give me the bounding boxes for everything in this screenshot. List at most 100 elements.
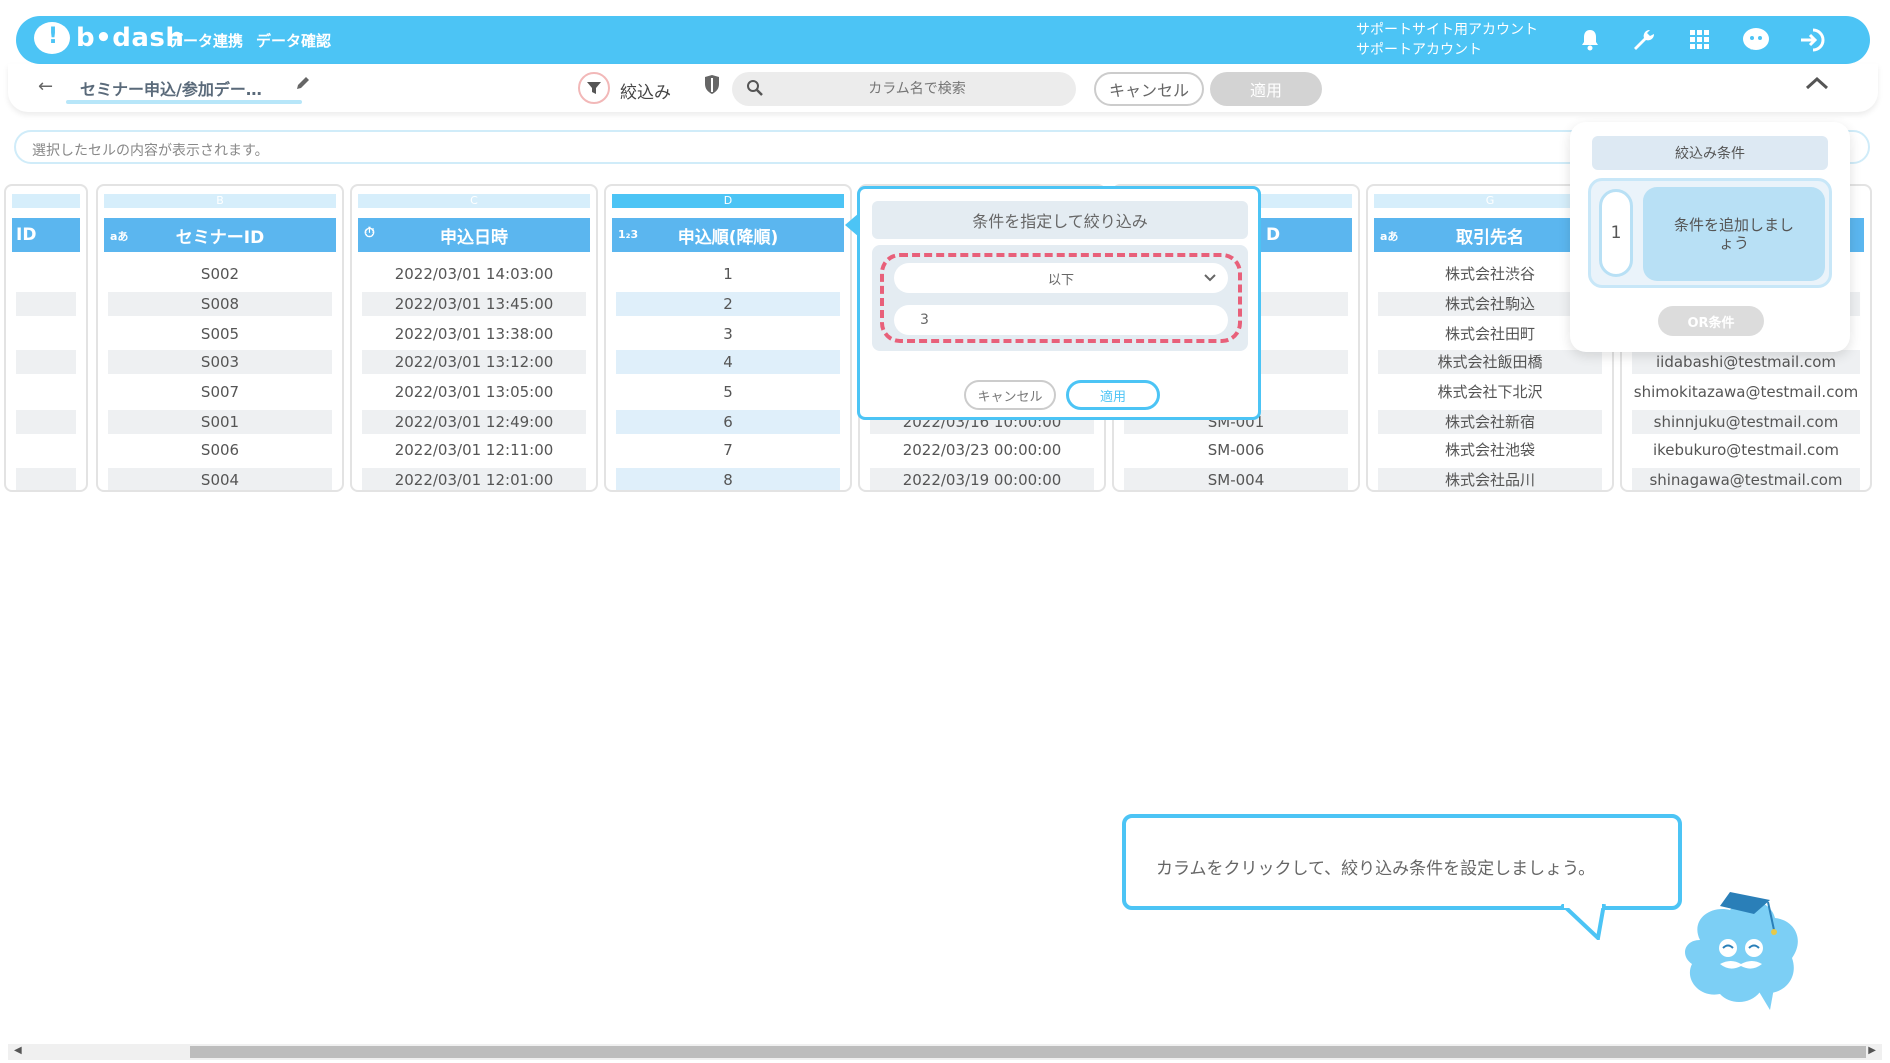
condition-group-card: 1 条件を追加しましょう (1588, 178, 1832, 288)
table-cell[interactable]: 2022/03/01 13:05:00 (362, 380, 586, 404)
condition-value-input[interactable]: 3 (894, 305, 1228, 335)
table-cell[interactable]: 株式会社田町 (1378, 322, 1602, 346)
bell-icon[interactable] (1574, 24, 1606, 56)
table-cell[interactable]: S004 (108, 468, 332, 490)
account-line2: サポートアカウント (1356, 42, 1482, 58)
table-cell[interactable] (16, 468, 76, 490)
column-header[interactable]: ⏱ 申込日時 (358, 218, 590, 252)
sheet-title[interactable]: セミナー申込/参加デー… (80, 76, 262, 100)
account-info[interactable]: サポートサイト用アカウント サポートアカウント (1356, 20, 1538, 60)
table-cell[interactable]: 4 (616, 350, 840, 374)
table-cell[interactable] (16, 438, 76, 462)
column-header[interactable]: 1₂3 申込順(降順) (612, 218, 844, 252)
filter-conditions-panel: 絞込み条件 1 条件を追加しましょう OR条件 (1570, 122, 1850, 352)
column-header-label: D (1266, 225, 1281, 245)
table-cell[interactable] (16, 262, 76, 286)
table-cell[interactable]: 2022/03/01 12:01:00 (362, 468, 586, 490)
table-cell[interactable]: 7 (616, 438, 840, 462)
nav-data-integration[interactable]: データ連携 (168, 30, 243, 51)
column-search (732, 72, 1076, 106)
scrollbar-thumb[interactable] (190, 1046, 1866, 1058)
guide-tooltip-text: カラムをクリックして、絞り込み条件を設定しましょう。 (1156, 859, 1596, 879)
back-arrow-icon[interactable]: ← (38, 76, 53, 97)
table-cell[interactable]: 2022/03/01 13:45:00 (362, 292, 586, 316)
column-header-label: ID (16, 225, 37, 245)
column-b[interactable]: B aあ セミナーID S002 S008 S005 S003 S007 S001… (96, 184, 344, 492)
scroll-right-arrow-icon[interactable]: ▶ (1868, 1045, 1876, 1056)
column-header[interactable]: aあ セミナーID (104, 218, 336, 252)
table-cell[interactable]: S002 (108, 262, 332, 286)
shield-icon[interactable] (702, 74, 722, 100)
apply-button[interactable]: 適用 (1210, 72, 1322, 106)
table-cell[interactable]: 株式会社駒込 (1378, 292, 1602, 316)
horizontal-scrollbar[interactable]: ◀ ▶ (8, 1044, 1882, 1060)
guide-tooltip: カラムをクリックして、絞り込み条件を設定しましょう。 (1122, 814, 1682, 910)
table-cell[interactable]: 6 (616, 410, 840, 434)
column-header[interactable]: ID (12, 218, 80, 252)
popup-title: 条件を指定して絞り込み (872, 201, 1248, 239)
table-cell[interactable]: S006 (108, 438, 332, 462)
table-cell[interactable] (16, 322, 76, 346)
table-cell[interactable]: 株式会社渋谷 (1378, 262, 1602, 286)
table-cell[interactable]: 2 (616, 292, 840, 316)
search-input[interactable] (772, 72, 1062, 106)
table-cell[interactable]: S005 (108, 322, 332, 346)
cancel-button[interactable]: キャンセル (1094, 72, 1204, 106)
chat-bot-icon[interactable] (1740, 24, 1772, 56)
table-cell[interactable]: S003 (108, 350, 332, 374)
column-d[interactable]: D 1₂3 申込順(降順) 1 2 3 4 5 6 7 8 (604, 184, 852, 492)
grid-icon[interactable] (1684, 24, 1716, 56)
popup-cancel-button[interactable]: キャンセル (964, 380, 1056, 410)
condition-group-index: 1 (1599, 189, 1633, 277)
nav-data-check[interactable]: データ確認 (256, 30, 331, 51)
popup-apply-button[interactable]: 適用 (1066, 380, 1160, 410)
column-header-label: 申込順(降順) (677, 227, 779, 248)
table-cell[interactable]: ikebukuro@testmail.com (1632, 438, 1860, 462)
table-cell[interactable] (16, 410, 76, 434)
table-cell[interactable]: shinagawa@testmail.com (1632, 468, 1860, 490)
table-cell[interactable]: 株式会社池袋 (1378, 438, 1602, 462)
table-cell[interactable]: S001 (108, 410, 332, 434)
table-cell[interactable]: 1 (616, 262, 840, 286)
table-cell[interactable]: shinnjuku@testmail.com (1632, 410, 1860, 434)
table-cell[interactable]: 2022/03/01 13:38:00 (362, 322, 586, 346)
table-cell[interactable]: 8 (616, 468, 840, 490)
pencil-icon[interactable] (294, 74, 312, 96)
table-cell[interactable] (16, 292, 76, 316)
add-condition-button[interactable]: 条件を追加しましょう (1643, 187, 1825, 281)
operator-select[interactable]: 以下 (894, 263, 1228, 293)
column-c[interactable]: C ⏱ 申込日時 2022/03/01 14:03:00 2022/03/01 1… (350, 184, 598, 492)
table-cell[interactable]: 株式会社下北沢 (1378, 380, 1602, 404)
table-cell[interactable]: 株式会社新宿 (1378, 410, 1602, 434)
table-cell[interactable] (16, 350, 76, 374)
table-cell[interactable]: SM-004 (1124, 468, 1348, 490)
table-cell[interactable] (16, 380, 76, 404)
table-cell[interactable]: SM-006 (1124, 438, 1348, 462)
operator-select-value: 以下 (1047, 272, 1074, 288)
table-cell[interactable]: shimokitazawa@testmail.com (1632, 380, 1860, 404)
chevron-up-icon[interactable] (1804, 74, 1830, 96)
table-cell[interactable]: 2022/03/01 12:49:00 (362, 410, 586, 434)
logout-icon[interactable] (1798, 24, 1830, 56)
filter-label[interactable]: 絞込み (620, 78, 671, 103)
column-a[interactable]: ID (4, 184, 88, 492)
scroll-left-arrow-icon[interactable]: ◀ (14, 1045, 22, 1056)
table-cell[interactable]: iidabashi@testmail.com (1632, 350, 1860, 374)
or-condition-button[interactable]: OR条件 (1658, 306, 1764, 336)
type-number-icon: 1₂3 (618, 228, 639, 241)
sheet-title-underline (66, 100, 302, 104)
table-cell[interactable]: 5 (616, 380, 840, 404)
table-cell[interactable]: 2022/03/01 12:11:00 (362, 438, 586, 462)
table-cell[interactable]: 2022/03/01 14:03:00 (362, 262, 586, 286)
table-cell[interactable]: 株式会社品川 (1378, 468, 1602, 490)
table-cell[interactable]: 3 (616, 322, 840, 346)
table-cell[interactable]: S008 (108, 292, 332, 316)
bdash-logo[interactable]: b•dash (34, 22, 184, 54)
table-cell[interactable]: 2022/03/01 13:12:00 (362, 350, 586, 374)
table-cell[interactable]: 2022/03/19 00:00:00 (870, 468, 1094, 490)
wrench-icon[interactable] (1628, 24, 1660, 56)
table-cell[interactable]: 株式会社飯田橋 (1378, 350, 1602, 374)
filter-icon[interactable] (578, 72, 610, 104)
table-cell[interactable]: 2022/03/23 00:00:00 (870, 438, 1094, 462)
table-cell[interactable]: S007 (108, 380, 332, 404)
